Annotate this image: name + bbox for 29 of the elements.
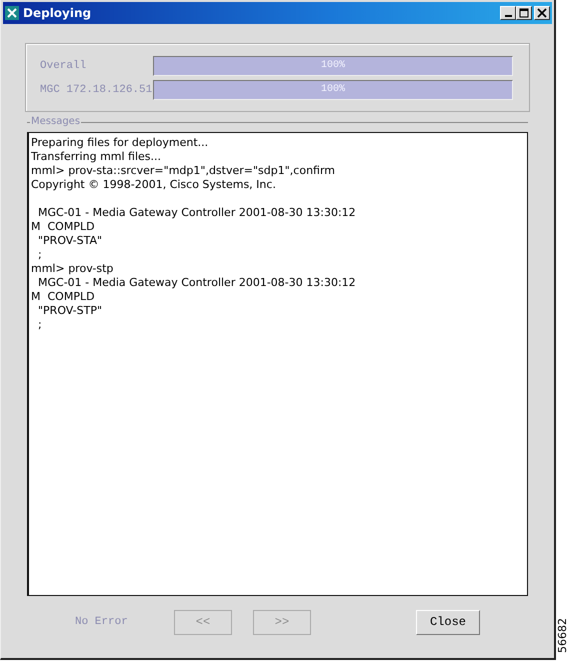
message-line: ;: [36, 318, 43, 332]
message-line: Transferring mml files...: [31, 150, 162, 164]
progress-label: MGC 172.18.126.51: [40, 84, 153, 96]
minimize-button[interactable]: [500, 6, 516, 20]
message-line: "PROV-STA": [36, 234, 104, 248]
close-button[interactable]: [534, 6, 550, 20]
minimize-icon: [504, 15, 512, 17]
close-button[interactable]: Close: [416, 610, 480, 634]
message-line: ;: [36, 248, 43, 262]
maximize-icon: [519, 8, 529, 18]
figure-number: 56682: [556, 618, 569, 653]
message-line: MGC-01 - Media Gateway Controller 2001-08-30 13:30:12: [36, 276, 357, 290]
message-line: M COMPLD: [31, 220, 96, 234]
message-line: Copyright © 1998-2001, Cisco Systems, Inc.: [31, 178, 277, 192]
progress-reading: 100%: [320, 84, 345, 95]
window-title: Deploying: [23, 6, 92, 20]
group-label: Messages: [30, 116, 82, 128]
message-line: M COMPLD: [31, 290, 96, 304]
message-line: Preparing files for deployment...: [31, 136, 210, 150]
close-icon: [537, 8, 547, 18]
message-line: MGC-01 - Media Gateway Controller 2001-08-30 13:30:12: [36, 206, 357, 220]
message-line: mml> prov-sta::srcver="mdp1",dstver="sdp1",confirm: [31, 164, 336, 178]
status-text: No Error: [75, 616, 129, 628]
x-icon: [5, 6, 19, 20]
maximize-button[interactable]: [516, 6, 532, 20]
progress-label: Overall: [40, 60, 88, 72]
progress-reading: 100%: [320, 60, 345, 71]
message-line: mml> prov-stp: [31, 262, 114, 276]
message-line: "PROV-STP": [36, 304, 104, 318]
